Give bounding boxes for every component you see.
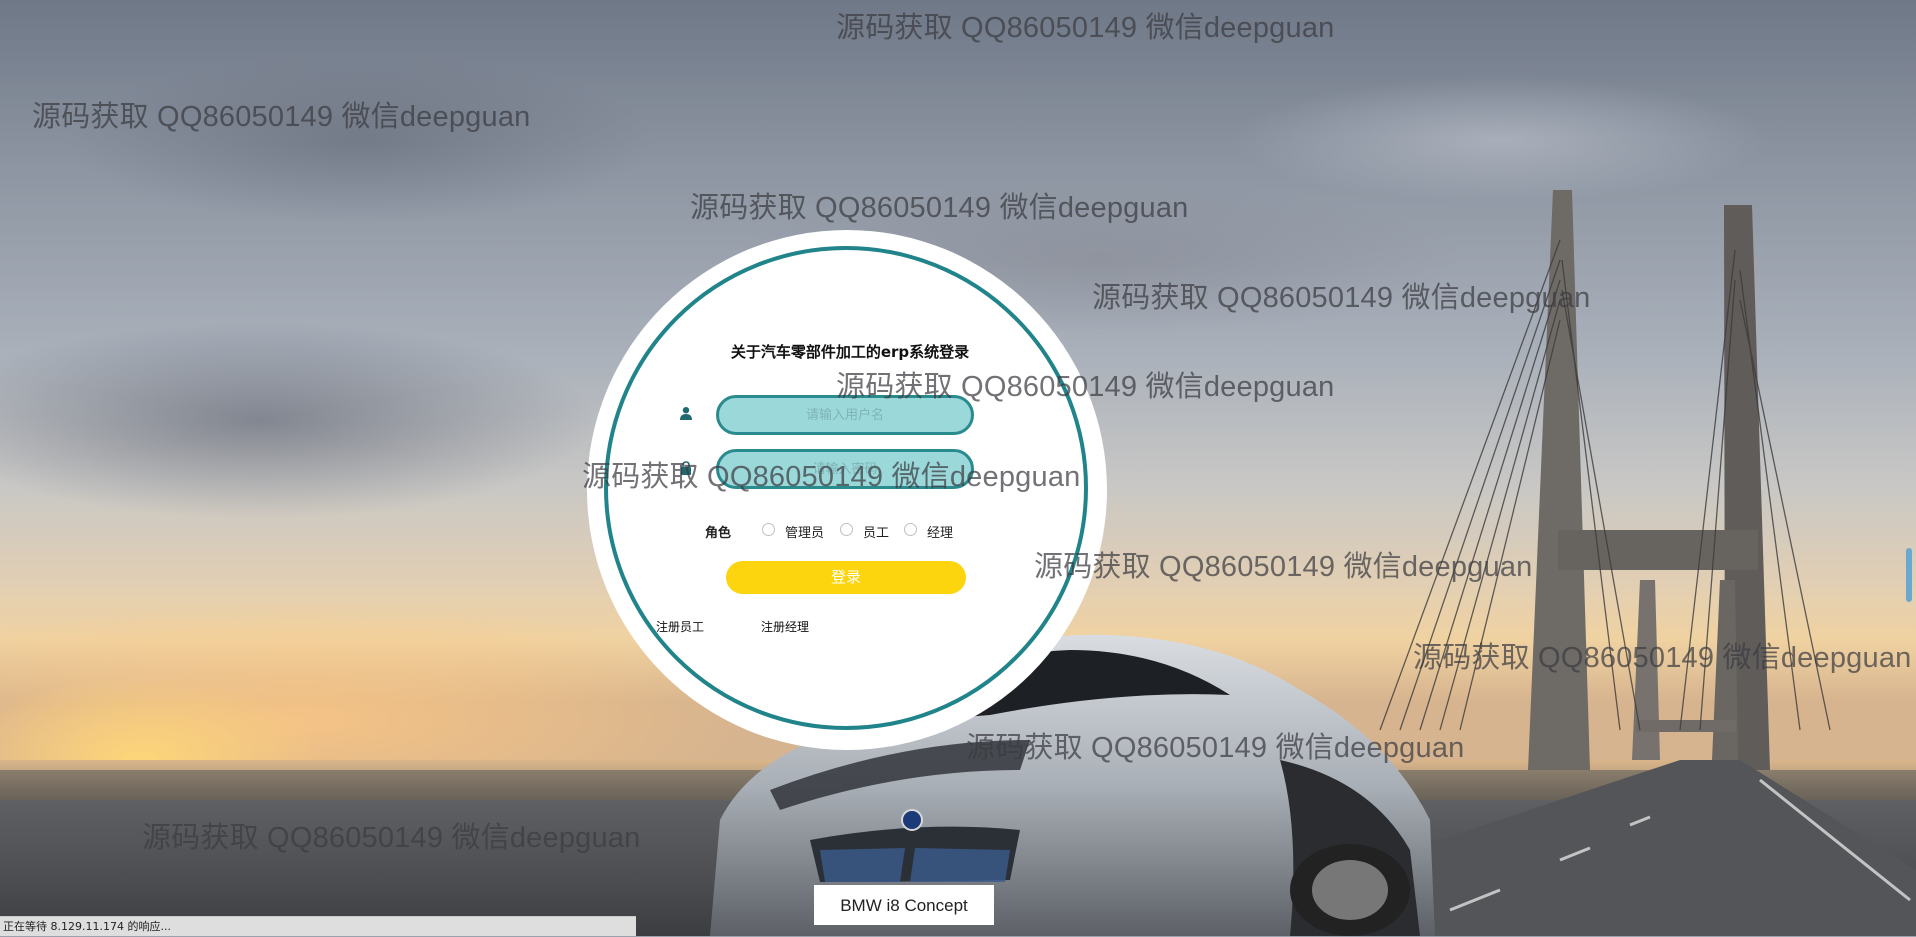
- license-plate: BMW i8 Concept: [840, 896, 968, 915]
- watermark: 源码获取 QQ86050149 微信deepguan: [690, 192, 1189, 224]
- role-label: 角色: [705, 526, 732, 541]
- login-button[interactable]: 登录: [726, 561, 966, 594]
- watermark: 源码获取 QQ86050149 微信deepguan: [582, 461, 1081, 493]
- watermark: 源码获取 QQ86050149 微信deepguan: [836, 12, 1335, 44]
- register-manager-link[interactable]: 注册经理: [761, 618, 809, 635]
- watermark: 源码获取 QQ86050149 微信deepguan: [1413, 642, 1912, 674]
- thermometer-icon: [1906, 548, 1912, 602]
- role-radio-admin[interactable]: [762, 523, 775, 536]
- watermark: 源码获取 QQ86050149 微信deepguan: [1092, 282, 1591, 314]
- watermark: 源码获取 QQ86050149 微信deepguan: [966, 732, 1465, 764]
- login-title: 关于汽车零部件加工的erp系统登录: [730, 343, 970, 361]
- watermark: 源码获取 QQ86050149 微信deepguan: [1034, 551, 1533, 583]
- user-icon: [680, 407, 692, 420]
- watermark: 源码获取 QQ86050149 微信deepguan: [836, 371, 1335, 403]
- status-bar: 正在等待 8.129.11.174 的响应...: [0, 916, 636, 936]
- role-option-label: 经理: [927, 526, 954, 541]
- role-radio-employee[interactable]: [840, 523, 853, 536]
- register-employee-link[interactable]: 注册员工: [656, 618, 704, 635]
- role-radio-manager[interactable]: [904, 523, 917, 536]
- role-option-label: 员工: [863, 526, 890, 541]
- watermark: 源码获取 QQ86050149 微信deepguan: [32, 101, 531, 133]
- watermark: 源码获取 QQ86050149 微信deepguan: [142, 822, 641, 854]
- role-option-label: 管理员: [785, 526, 825, 541]
